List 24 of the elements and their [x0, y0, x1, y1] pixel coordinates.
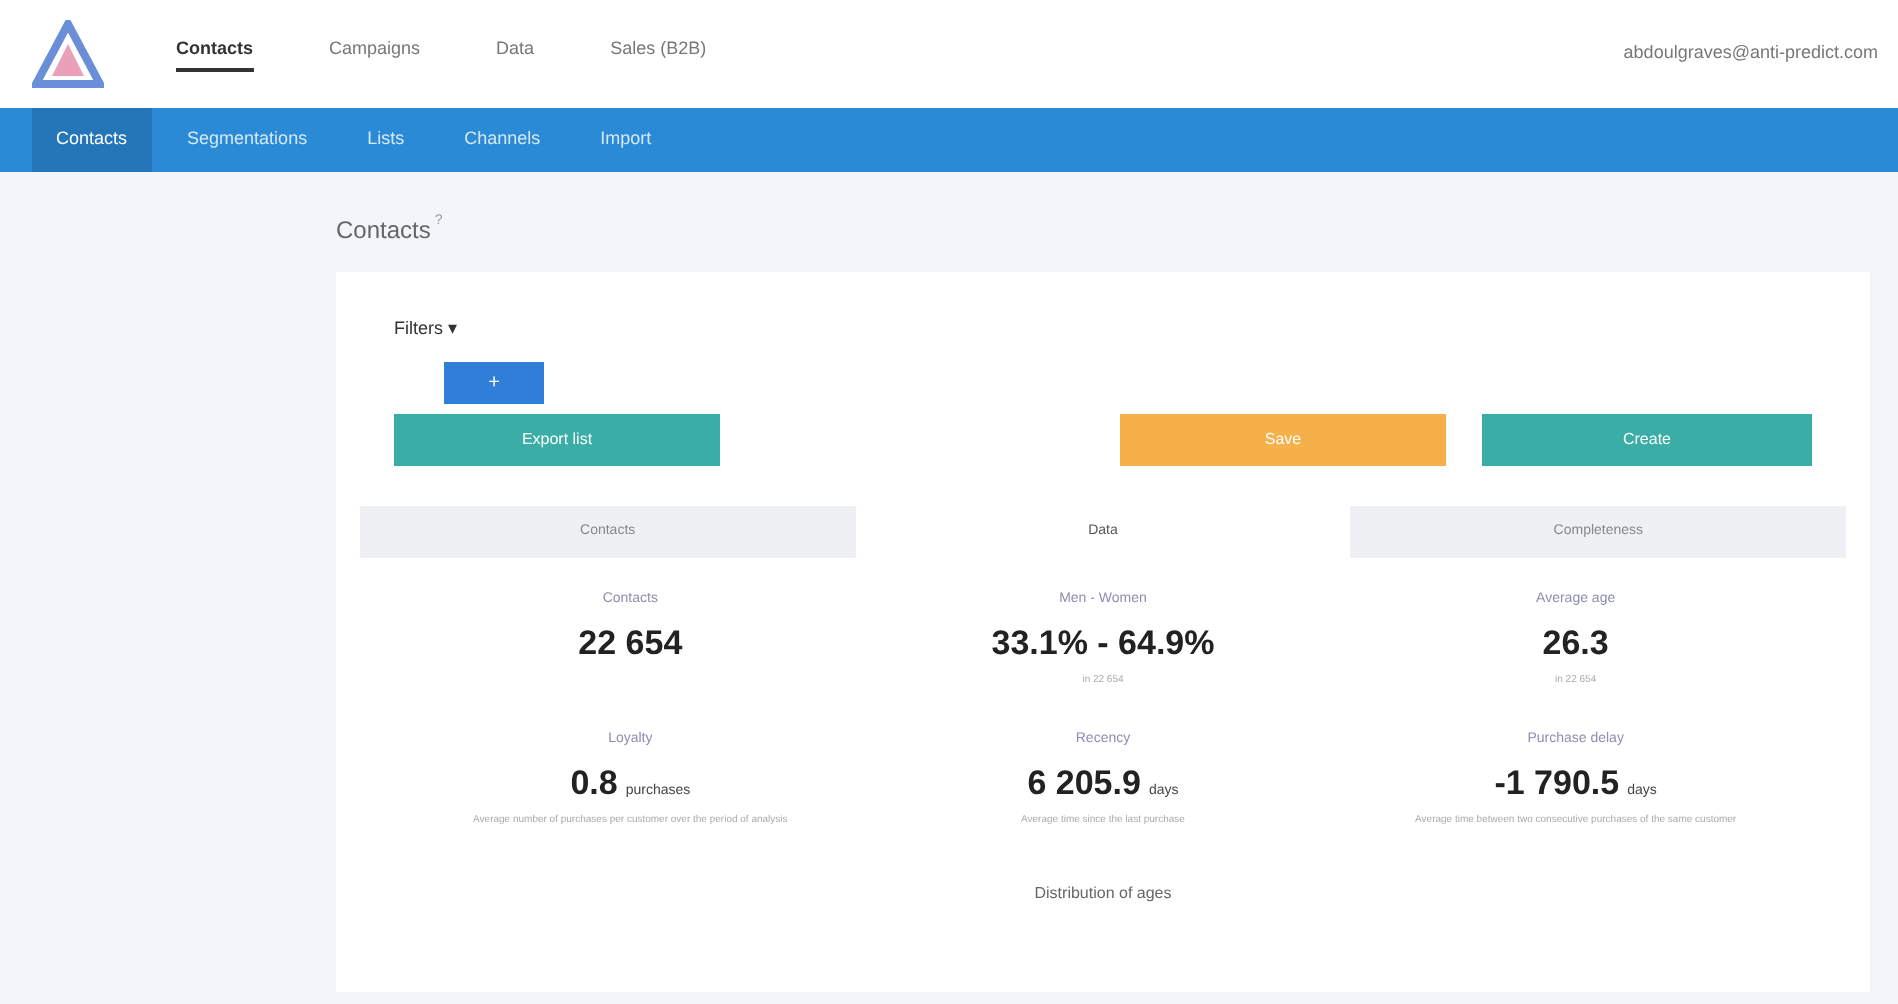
- stat-value: 6 205.9: [1027, 761, 1141, 805]
- subnav-tab[interactable]: Lists: [343, 108, 429, 172]
- stat-value: -1 790.5: [1494, 761, 1620, 805]
- subnav-tab[interactable]: Contacts: [32, 108, 152, 172]
- subnav-tab[interactable]: Segmentations: [163, 108, 332, 172]
- nav-tab[interactable]: Contacts: [176, 36, 254, 72]
- user-email[interactable]: abdoulgraves@anti-predict.com: [1623, 40, 1878, 68]
- filters-toggle[interactable]: Filters ▾: [394, 316, 1812, 356]
- nav-tab[interactable]: Sales (B2B): [610, 36, 707, 72]
- nav-tab[interactable]: Campaigns: [329, 36, 421, 72]
- page-title: Contacts: [336, 214, 431, 248]
- action-button[interactable]: Save: [1120, 414, 1446, 466]
- logo-icon: [32, 20, 104, 88]
- add-button[interactable]: +: [444, 362, 544, 404]
- stat-value: 33.1% - 64.9%: [991, 621, 1215, 665]
- nav-tab[interactable]: Data: [496, 36, 535, 72]
- stat-value: 22 654: [578, 621, 683, 665]
- stat-value: 0.8: [570, 761, 618, 805]
- section-title: Distribution of ages: [1032, 882, 1174, 906]
- subnav-tab[interactable]: Import: [576, 108, 676, 172]
- action-button[interactable]: Create: [1482, 414, 1812, 466]
- action-button[interactable]: Export list: [394, 414, 720, 466]
- stat-value: 26.3: [1542, 621, 1609, 665]
- subnav-tab[interactable]: Channels: [440, 108, 565, 172]
